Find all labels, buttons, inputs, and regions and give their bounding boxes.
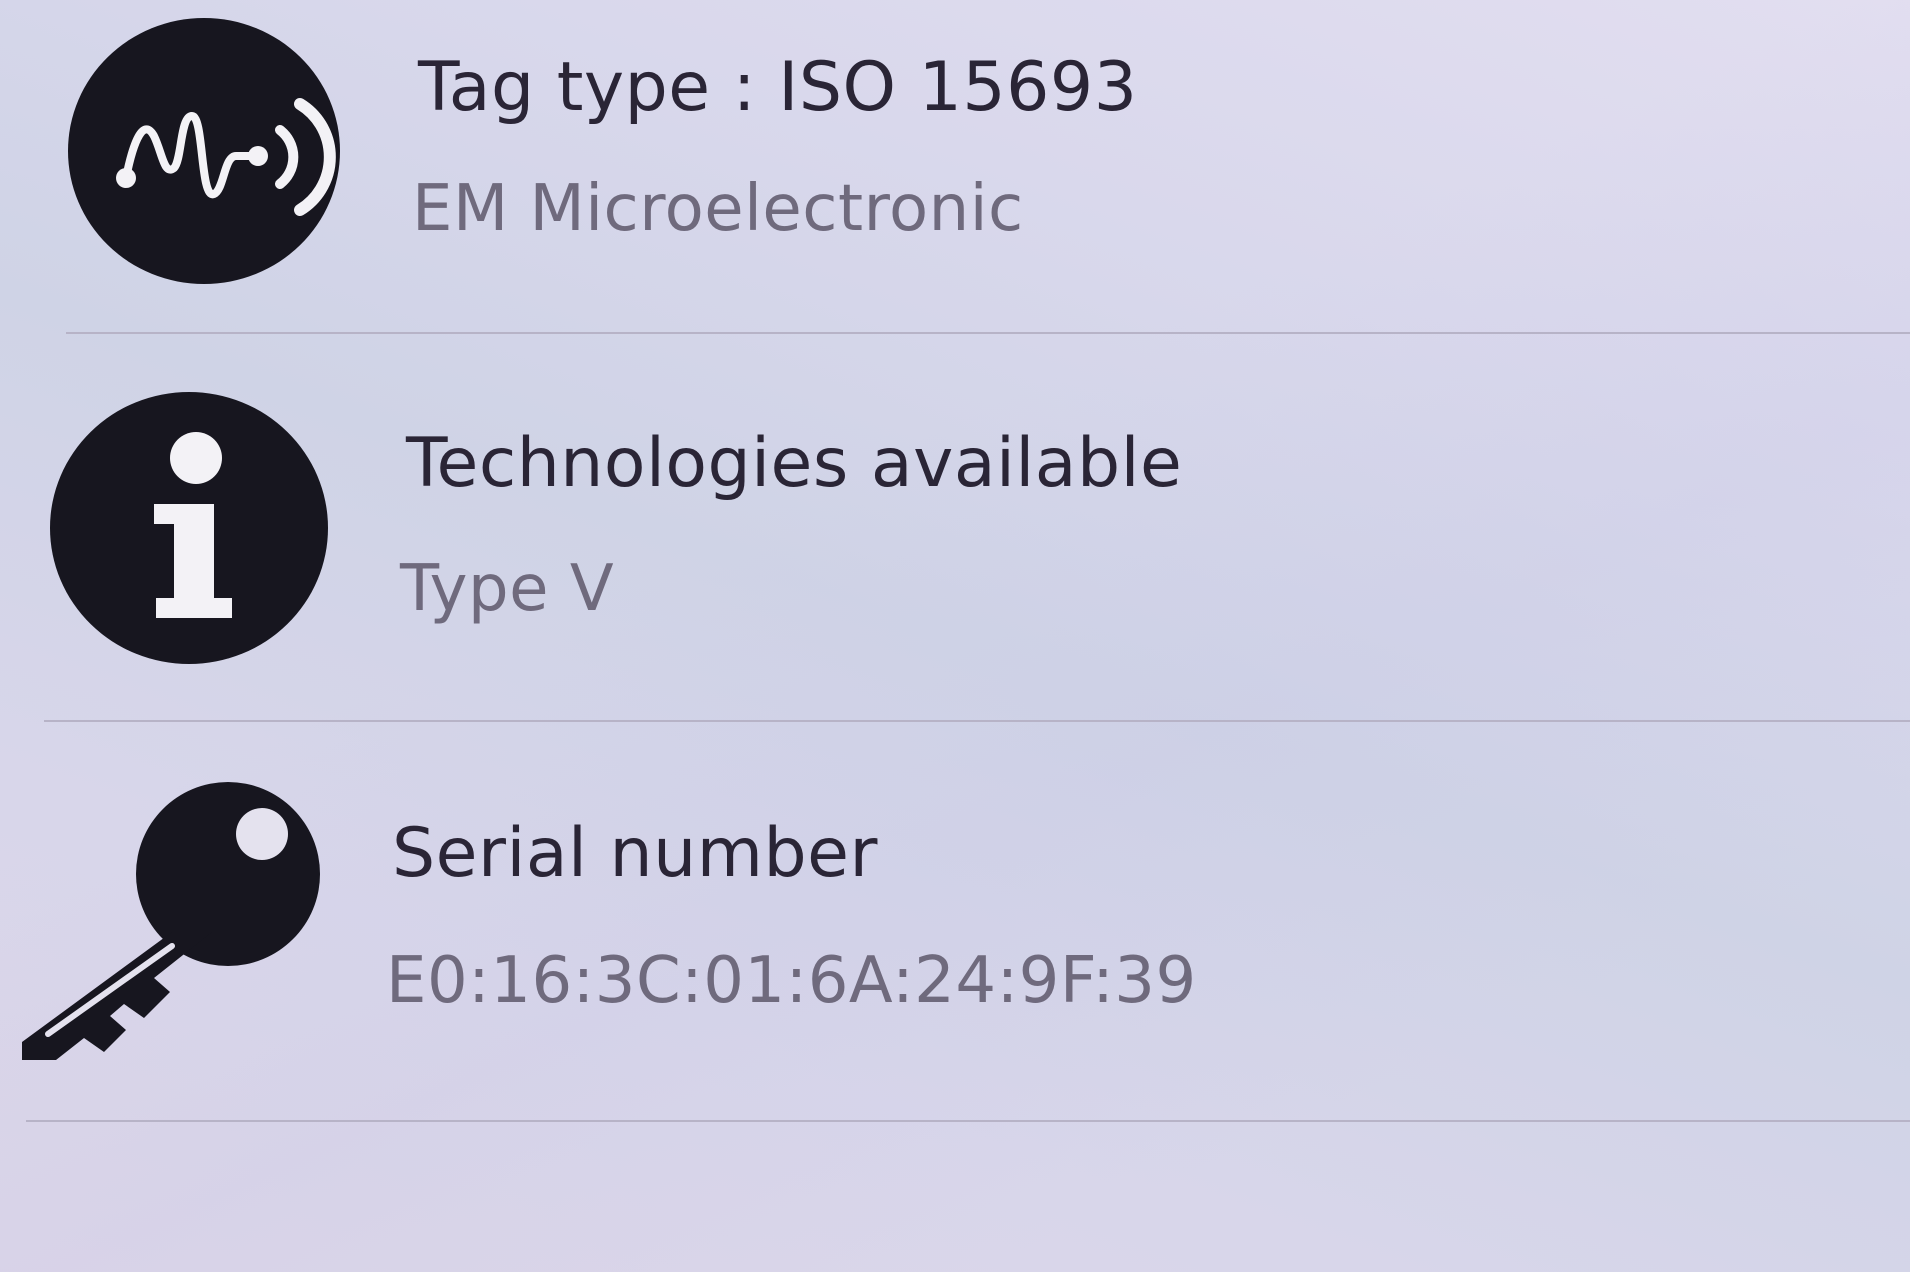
technologies-value: Type V — [400, 552, 615, 626]
tag-type-title: Tag type : ISO 15693 — [418, 48, 1138, 127]
tag-manufacturer: EM Microelectronic — [412, 172, 1024, 246]
technologies-title: Technologies available — [406, 424, 1183, 503]
serial-number-row[interactable]: Serial number E0:16:3C:01:6A:24:9F:39 — [0, 722, 1910, 1122]
technologies-row[interactable]: Technologies available Type V — [0, 334, 1910, 720]
serial-number-value: E0:16:3C:01:6A:24:9F:39 — [386, 944, 1197, 1018]
key-icon — [22, 782, 322, 1060]
nfc-tag-icon — [68, 18, 340, 284]
row-divider — [26, 1120, 1910, 1122]
info-icon — [50, 392, 328, 664]
tag-info-screen: Tag type : ISO 15693 EM Microelectronic … — [0, 0, 1910, 1272]
tag-type-row[interactable]: Tag type : ISO 15693 EM Microelectronic — [0, 0, 1910, 330]
serial-number-title: Serial number — [392, 814, 878, 893]
